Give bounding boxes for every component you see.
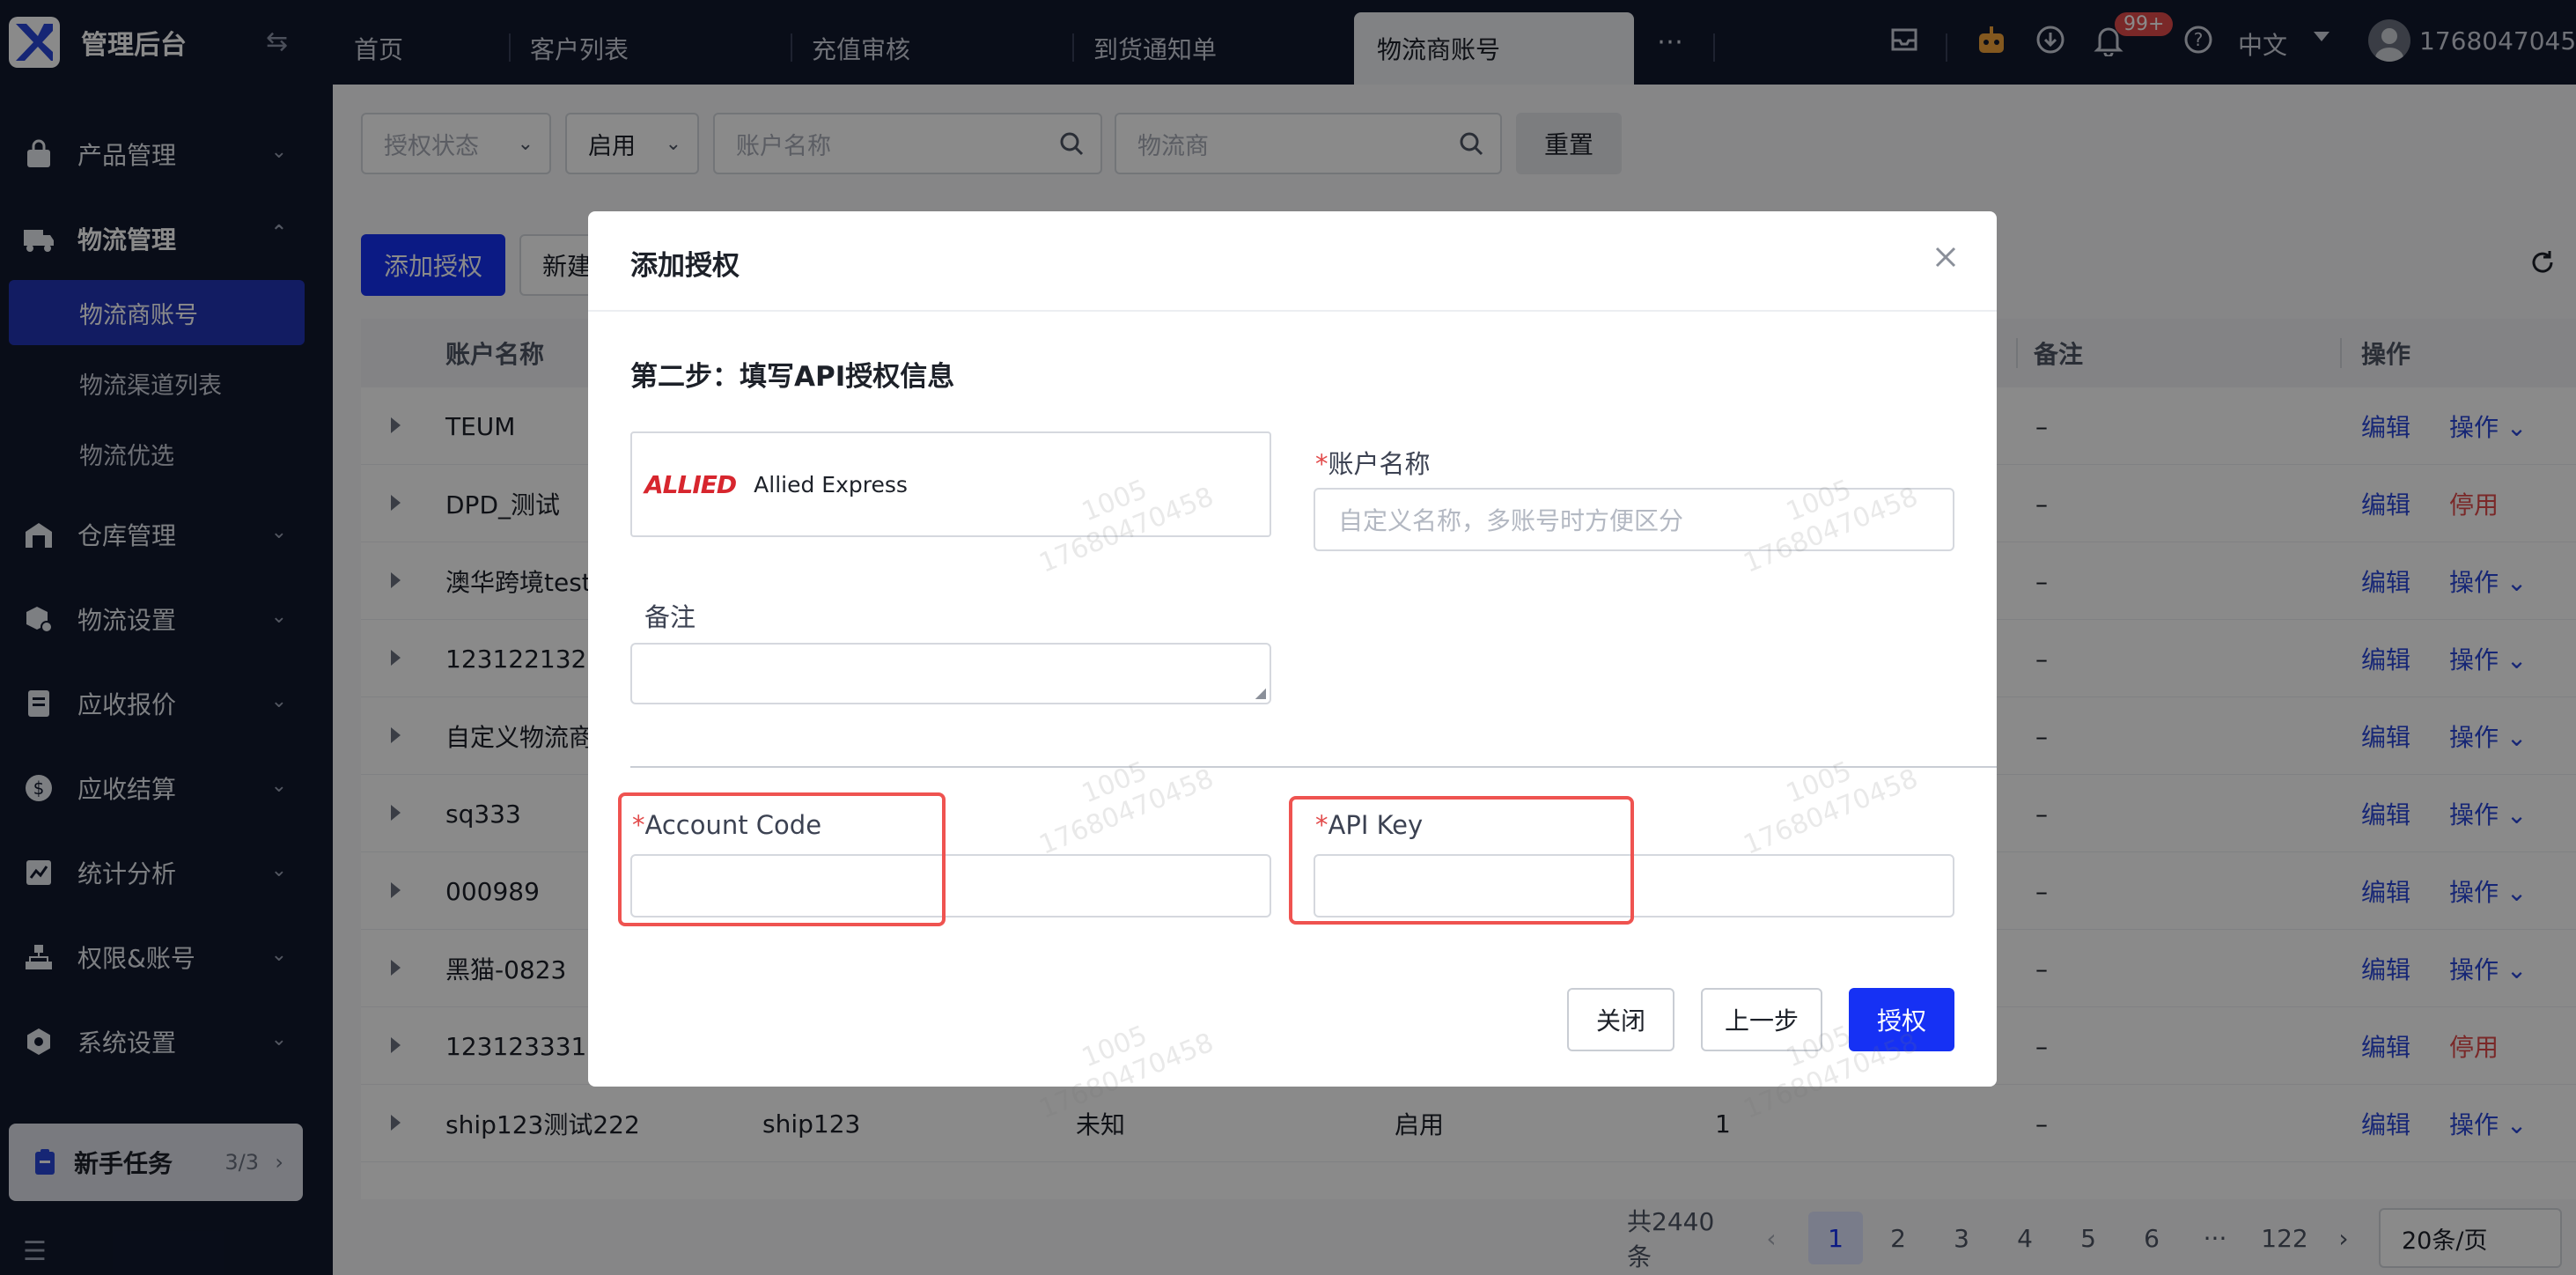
close-button[interactable]: 关闭 bbox=[1567, 988, 1674, 1051]
api-key-highlight bbox=[1289, 796, 1634, 925]
carrier-logo: ALLIED bbox=[644, 469, 737, 499]
account-code-highlight bbox=[618, 792, 946, 926]
watermark: 1005 17680470458 bbox=[1739, 755, 1923, 861]
account-name-input-placeholder: 自定义名称，多账号时方便区分 bbox=[1338, 506, 1684, 535]
close-icon[interactable] bbox=[1932, 243, 1960, 275]
modal-divider bbox=[588, 310, 1997, 312]
watermark: 1005 17680470458 bbox=[1739, 474, 1923, 579]
remark-textarea[interactable]: ◢ bbox=[630, 643, 1271, 704]
modal-title: 添加授权 bbox=[630, 250, 740, 282]
resize-handle-icon[interactable]: ◢ bbox=[1255, 684, 1266, 701]
add-auth-modal: 添加授权 第二步：填写API授权信息 ALLIED Allied Express… bbox=[588, 211, 1997, 1125]
section-divider bbox=[630, 766, 1997, 768]
carrier-name: Allied Express bbox=[754, 471, 908, 497]
step-title: 第二步：填写API授权信息 bbox=[630, 361, 955, 393]
watermark: 1005 17680470458 bbox=[1034, 755, 1218, 861]
account-name-label: *账户名称 bbox=[1315, 449, 1431, 479]
remark-label: 备注 bbox=[644, 602, 696, 632]
